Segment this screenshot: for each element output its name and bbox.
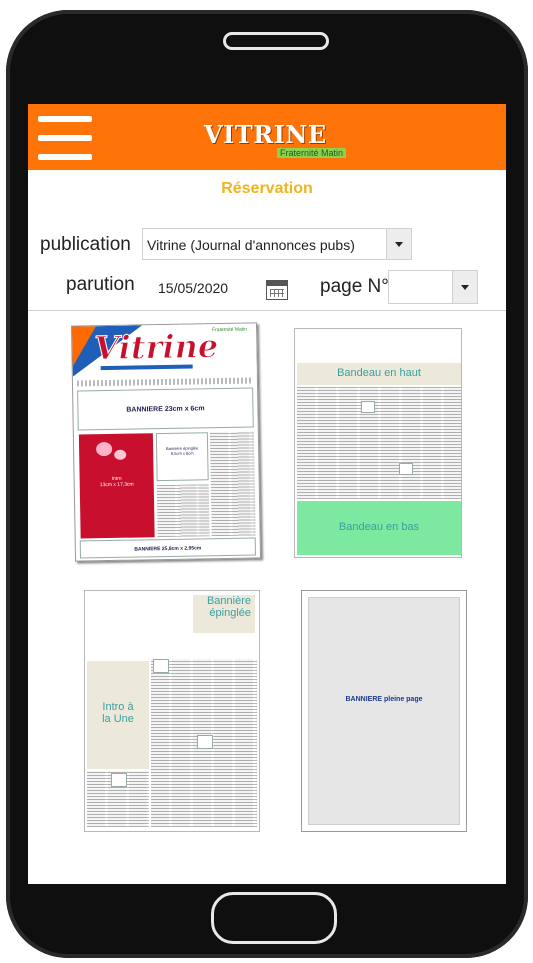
parution-label: parution (66, 274, 135, 295)
news-columns (156, 484, 210, 538)
masthead-area: Vitrine Fraternité Matin (71, 323, 259, 377)
vitrine-logo: VITRINE Fraternité Matin (204, 120, 347, 164)
page-number-label: page N° (320, 276, 389, 297)
mini-ad-box (361, 401, 375, 413)
phone-frame: VITRINE Fraternité Matin Réservation pub… (6, 10, 528, 958)
publication-label: publication (40, 234, 131, 255)
app-screen: VITRINE Fraternité Matin Réservation pub… (28, 104, 506, 884)
pinned-banner-label: Bannière épinglée (193, 595, 255, 633)
layout-option-intro[interactable]: Bannière épinglée Intro à la Une (84, 590, 260, 832)
calendar-icon[interactable] (266, 280, 288, 300)
home-button[interactable] (211, 892, 337, 944)
logo-subtitle: Fraternité Matin (277, 148, 347, 158)
parution-value: 15/05/2020 (158, 280, 229, 296)
page-title: Réservation (221, 180, 313, 197)
page-number-select[interactable] (388, 270, 478, 304)
form-divider (28, 310, 506, 311)
bandeau-bottom-band: Bandeau en bas (297, 501, 461, 555)
chevron-down-icon (386, 229, 411, 259)
menu-icon[interactable] (38, 116, 92, 160)
layout-option-bandeau[interactable]: Bandeau en haut Bandeau en bas (294, 328, 462, 558)
phone-speaker (223, 32, 329, 50)
bandeau-top-label: Bandeau en haut (297, 363, 461, 385)
intro-red-ad: Intro 13cm x 17,3cm (78, 433, 155, 539)
mini-ad-box (399, 463, 413, 475)
news-columns (297, 387, 461, 499)
publication-value: Vitrine (Journal d'annonces pubs) (147, 237, 355, 253)
news-columns (209, 431, 256, 537)
parution-date-field[interactable]: 15/05/2020 (146, 272, 294, 304)
layout-option-full-page[interactable]: BANNIERE pleine page (301, 590, 467, 832)
masthead-orange-stripe (71, 326, 97, 367)
masthead-title: Vitrine (94, 327, 219, 368)
layout-option-front-page[interactable]: Vitrine Fraternité Matin BANNIERE 23cm x… (70, 322, 262, 562)
chevron-down-icon (452, 271, 477, 303)
logo-text: VITRINE (204, 120, 327, 149)
publication-select[interactable]: Vitrine (Journal d'annonces pubs) (142, 228, 412, 260)
top-banner-ad: BANNIERE 23cm x 6cm (77, 387, 254, 431)
full-page-banner: BANNIERE pleine page (308, 597, 460, 825)
intro-box: Intro à la Une (87, 661, 149, 769)
bottom-banner-ad: BANNIERE 25,8cm x 2,95cm (79, 537, 256, 559)
mini-ad-box (111, 773, 127, 787)
mini-ad-box (197, 735, 213, 749)
app-bar: VITRINE Fraternité Matin (28, 104, 506, 170)
corner-logo: Fraternité Matin (212, 326, 248, 334)
pinned-banner-ad: Bannière épinglée 6,5cm x 6cm (155, 432, 209, 482)
masthead-tagline-bar (100, 364, 193, 371)
dateline (76, 377, 253, 387)
mini-ad-box (153, 659, 169, 673)
